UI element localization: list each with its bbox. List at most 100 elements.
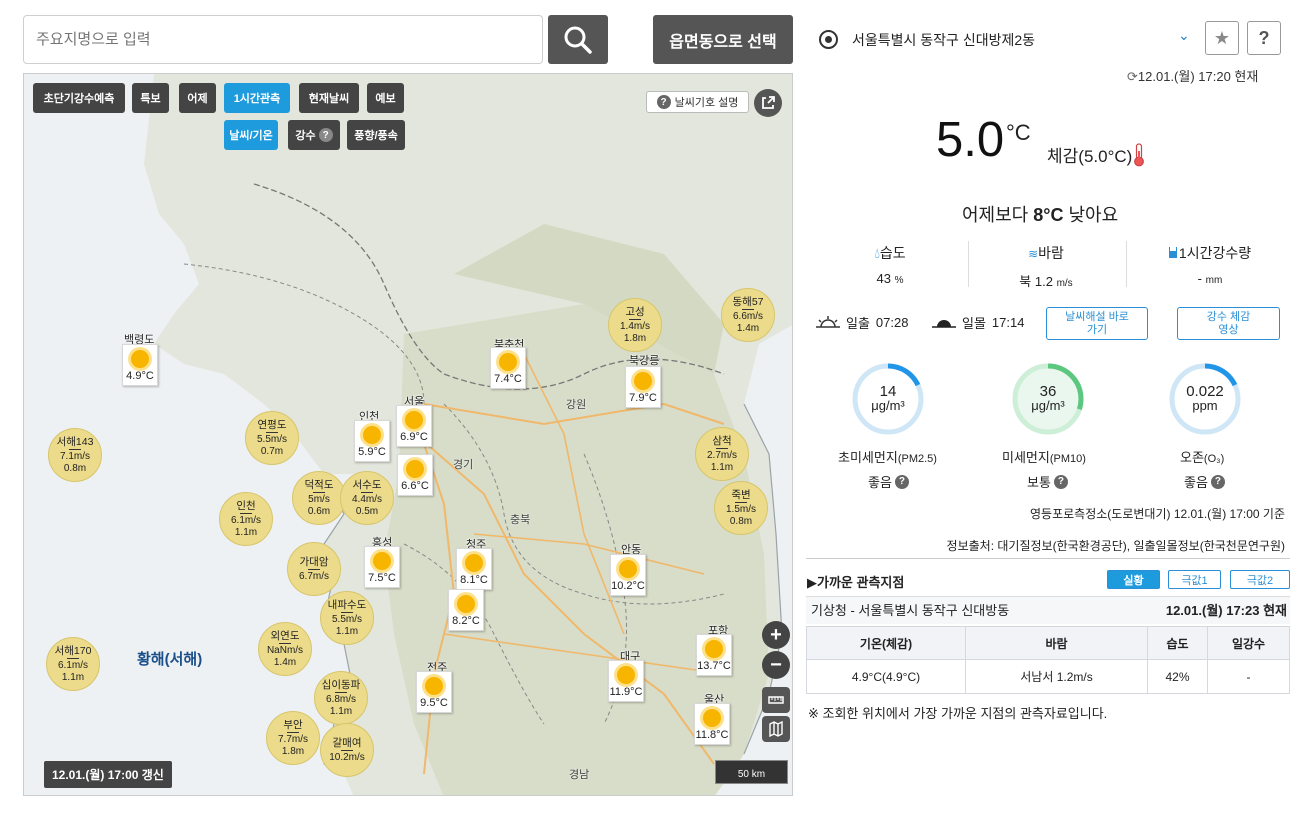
- wave-height: 1.1m: [234, 526, 258, 538]
- sunny-icon[interactable]: 4.9°C: [122, 344, 158, 386]
- search-input[interactable]: [23, 15, 543, 64]
- sunny-icon[interactable]: 8.2°C: [448, 589, 484, 631]
- emd-select-button[interactable]: 읍면동으로 선택: [653, 15, 793, 64]
- map-layer-button[interactable]: [762, 716, 790, 742]
- sunny-icon[interactable]: 5.9°C: [354, 420, 390, 462]
- wind-marker[interactable]: 부안 7.7m/s 1.8m: [266, 711, 320, 765]
- sunny-icon[interactable]: 8.1°C: [456, 548, 492, 590]
- table-row: 4.9°C(4.9°C) 서남서 1.2m/s 42% -: [806, 659, 1290, 694]
- tab-realtime[interactable]: 실황: [1107, 570, 1160, 589]
- pm10-label: 미세먼지(PM10): [1002, 450, 1086, 465]
- wind-marker[interactable]: 서해170 6.1m/s 1.1m: [46, 637, 100, 691]
- ozone-unit: ppm: [1192, 398, 1218, 413]
- wind-marker[interactable]: 서수도 4.4m/s 0.5m: [340, 471, 394, 525]
- ruler-button[interactable]: [762, 687, 790, 713]
- tab-warning[interactable]: 특보: [132, 83, 169, 113]
- wind-marker[interactable]: 갈매여 10.2m/s: [320, 723, 374, 777]
- wind-marker[interactable]: 십이동파 6.8m/s 1.1m: [314, 671, 368, 725]
- weather-symbol-legend-button[interactable]: ? 날씨기호 설명: [646, 91, 749, 113]
- help-icon[interactable]: ?: [1210, 474, 1225, 489]
- update-time: ⟳12.01.(월) 17:20 현재: [1127, 66, 1258, 85]
- wind-icon: ≋: [1028, 247, 1039, 261]
- column-header: 일강수: [1207, 626, 1290, 660]
- station-temp: 8.1°C: [460, 574, 488, 586]
- divider: [806, 558, 1290, 559]
- sunny-icon[interactable]: 10.2°C: [610, 554, 646, 596]
- weather-commentary-button[interactable]: 날씨해설 바로가기: [1046, 307, 1148, 340]
- map-icon: [769, 721, 783, 737]
- wind-marker[interactable]: 가대암 6.7m/s: [287, 542, 341, 596]
- sunny-icon[interactable]: 7.5°C: [364, 546, 400, 588]
- help-icon[interactable]: ?: [894, 474, 909, 489]
- wind-marker[interactable]: 덕적도 5m/s 0.6m: [292, 471, 346, 525]
- tab-extreme2[interactable]: 극값2: [1230, 570, 1290, 589]
- wind-speed: 2.7m/s: [706, 449, 737, 461]
- sunrise: 일출 07:28: [816, 313, 908, 332]
- tab-current-weather[interactable]: 현재날씨: [299, 83, 359, 113]
- wind-station-name: 서수도: [352, 478, 382, 491]
- sea-label: 황해(서해): [137, 651, 203, 668]
- sunny-icon[interactable]: 11.8°C: [694, 703, 730, 745]
- subtab-wind[interactable]: 풍향/풍속: [347, 120, 405, 150]
- location-name: 서울특별시 동작구 신대방제2동: [852, 32, 1036, 48]
- wave-height: 1.4m: [736, 322, 760, 334]
- wind-station-name: 십이동파: [321, 678, 361, 691]
- table-cell: 42%: [1147, 659, 1208, 694]
- sunny-icon[interactable]: 6.9°C: [396, 405, 432, 447]
- station-temp: 11.9°C: [609, 686, 643, 698]
- wind-speed: 10.2m/s: [329, 751, 365, 763]
- rain-video-button[interactable]: 강수 체감영상: [1177, 307, 1280, 340]
- sunny-icon[interactable]: 7.9°C: [625, 366, 661, 408]
- wind-speed: 6.8m/s: [325, 693, 356, 705]
- external-link-button[interactable]: [754, 89, 782, 117]
- ozone-value: 0.022: [1186, 383, 1224, 400]
- region-label: 강원: [566, 399, 587, 411]
- wind-station-name: 갈매여: [332, 736, 362, 749]
- wind-marker[interactable]: 죽변 1.5m/s 0.8m: [714, 481, 768, 535]
- sunny-icon[interactable]: 6.6°C: [397, 454, 433, 496]
- subtab-rain[interactable]: 강수?: [288, 120, 340, 150]
- region-label: 경남: [569, 769, 590, 781]
- wind-speed: 7.7m/s: [277, 733, 308, 745]
- tab-nowcast[interactable]: 초단기강수예측: [33, 83, 125, 113]
- wind-speed: 6.1m/s: [57, 659, 88, 671]
- wave-height: 0.8m: [63, 462, 87, 474]
- help-button[interactable]: ?: [1247, 21, 1281, 55]
- wind-marker[interactable]: 인천 6.1m/s 1.1m: [219, 492, 273, 546]
- zoom-out-button[interactable]: −: [762, 651, 790, 679]
- wind-speed: 5.5m/s: [256, 433, 287, 445]
- subtab-rain-label: 강수: [295, 130, 316, 142]
- station-temp: 7.5°C: [368, 572, 396, 584]
- tab-extreme1[interactable]: 극값1: [1168, 570, 1221, 589]
- sunny-icon[interactable]: 13.7°C: [696, 634, 732, 676]
- weather-map[interactable]: 초단기강수예측 특보 어제 1시간관측 현재날씨 예보 날씨/기온 강수? 풍향…: [23, 73, 793, 796]
- pm25-value: 14: [879, 383, 897, 400]
- tab-forecast[interactable]: 예보: [367, 83, 404, 113]
- wind-marker[interactable]: 내파수도 5.5m/s 1.1m: [320, 591, 374, 645]
- star-icon: ★: [1213, 27, 1231, 48]
- sunny-icon[interactable]: 9.5°C: [416, 671, 452, 713]
- wind-marker[interactable]: 서해143 7.1m/s 0.8m: [48, 428, 102, 482]
- station-temp: 7.9°C: [629, 392, 657, 404]
- wind-marker[interactable]: 동해57 6.6m/s 1.4m: [721, 288, 775, 342]
- zoom-in-button[interactable]: +: [762, 621, 790, 649]
- wind-marker[interactable]: 삼척 2.7m/s 1.1m: [695, 427, 749, 481]
- chevron-down-icon[interactable]: ⌄: [1178, 27, 1190, 44]
- feels-like-text: 체감(5.0°C): [1047, 147, 1133, 166]
- wind-marker[interactable]: 연평도 5.5m/s 0.7m: [245, 411, 299, 465]
- help-icon[interactable]: ?: [1053, 474, 1068, 489]
- tab-hourly-observation[interactable]: 1시간관측: [224, 83, 290, 113]
- table-cell: 4.9°C(4.9°C): [806, 659, 966, 694]
- favorite-button[interactable]: ★: [1205, 21, 1239, 55]
- refresh-icon[interactable]: ⟳: [1127, 69, 1138, 84]
- subtab-weather-temp[interactable]: 날씨/기온: [224, 120, 278, 150]
- tab-yesterday[interactable]: 어제: [179, 83, 216, 113]
- wind-marker[interactable]: 고성 1.4m/s 1.8m: [608, 298, 662, 352]
- search-button[interactable]: [548, 15, 608, 64]
- current-location-icon[interactable]: [819, 30, 838, 49]
- sunny-icon[interactable]: 7.4°C: [490, 347, 526, 389]
- temperature-unit: °C: [1006, 120, 1031, 145]
- sunny-icon[interactable]: 11.9°C: [608, 660, 644, 702]
- wave-height: 1.4m: [273, 656, 297, 668]
- wind-marker[interactable]: 외연도 NaNm/s 1.4m: [258, 622, 312, 676]
